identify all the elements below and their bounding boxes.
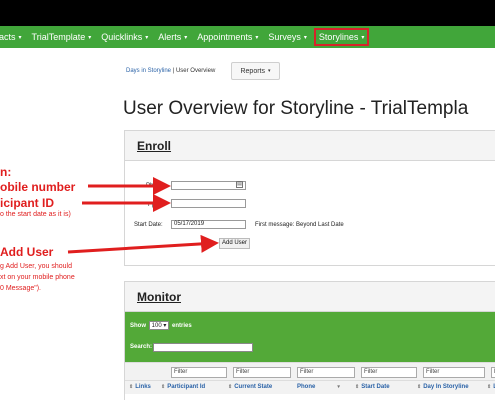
annotation-arrows (67, 177, 219, 254)
arrow-to-add-user-button (67, 234, 219, 254)
